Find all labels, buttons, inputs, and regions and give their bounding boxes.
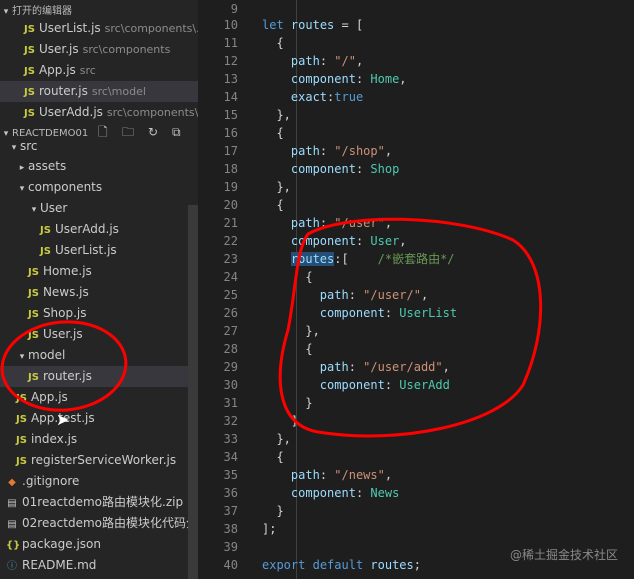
explorer-sidebar: ▾ 打开的编辑器 JS UserList.js src\components\... …: [0, 0, 198, 579]
mouse-cursor-icon: ➤: [56, 410, 70, 429]
code-editor[interactable]: 9 10 11 12 13 14 15 16 17 18 19 20 21 22…: [198, 0, 634, 579]
red-annotation-circle-sidebar: [0, 320, 128, 412]
watermark: @稀土掘金技术社区: [509, 548, 618, 562]
red-annotation-circle-code: [278, 217, 543, 438]
